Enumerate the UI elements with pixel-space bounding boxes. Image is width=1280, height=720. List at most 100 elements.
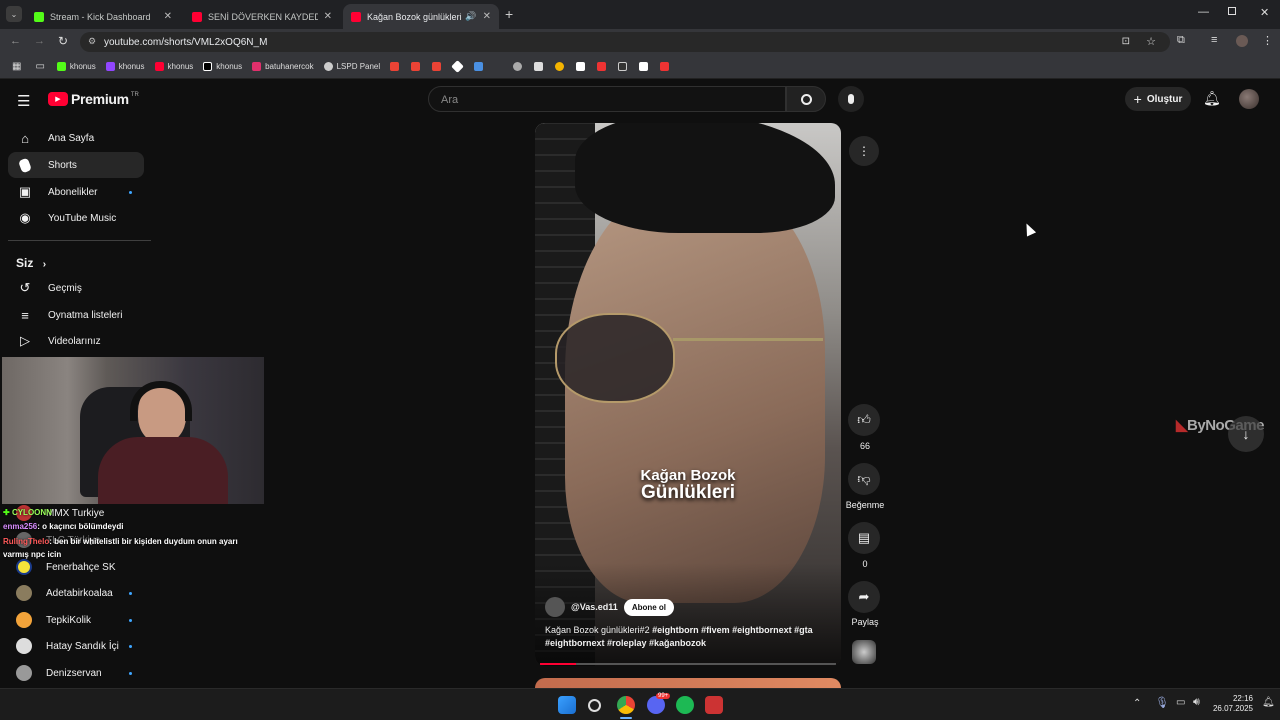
minimize-button[interactable]: — [1198,6,1209,18]
install-app-icon[interactable]: ⊡ [1122,36,1130,47]
streaming-app-icon[interactable] [705,696,723,714]
new-tab-button[interactable]: + [505,6,513,22]
search-input[interactable]: Ara [428,86,786,112]
sidebar-item-playlists[interactable]: ≡ Oynatma listeleri [8,302,144,328]
close-icon[interactable]: ✕ [324,11,332,22]
account-avatar[interactable] [1239,89,1259,109]
audio-playing-icon[interactable]: 🔊 [465,11,476,22]
hamburger-menu-icon[interactable]: ☰ [17,92,30,110]
search-button[interactable] [786,86,826,112]
browser-tab-bar: ⌄ Stream - Kick Dashboard ✕ SENİ DÖVERKE… [0,0,1280,29]
channel-handle[interactable]: @Vas.ed11 [571,602,618,612]
forward-icon[interactable]: → [34,35,45,47]
back-icon[interactable]: ← [10,35,21,47]
clock[interactable]: 22:16 26.07.2025 [1207,694,1253,715]
bookmark-item[interactable]: khonus [56,62,96,71]
sidebar-subscription-item[interactable]: Denizservan [8,660,144,686]
search-icon[interactable] [588,699,601,712]
diamond-icon[interactable] [451,60,465,73]
gmail-icon[interactable] [411,62,421,71]
sound-remix-thumbnail[interactable] [852,640,876,664]
folder-icon[interactable]: ▭ [35,61,44,72]
bookmark-item[interactable]: batuhanercok [252,62,314,71]
streamer-body [98,437,228,504]
gmail-icon[interactable] [432,62,442,71]
subscribe-button[interactable]: Abone ol [623,598,675,616]
notes-icon[interactable] [639,62,649,71]
notifications-bell-icon[interactable]: 🔔︎ [1203,90,1221,107]
shorts-video-player[interactable]: Kağan Bozok Günlükleri @Vas.ed11 Abone o… [535,123,841,666]
create-button[interactable]: + Oluştur [1125,87,1191,111]
pdf-icon[interactable] [597,62,607,71]
calendar-icon[interactable] [534,62,544,71]
logo-region: TR [130,91,139,98]
sidebar-subscription-item[interactable]: Hatay Sandık İçi [8,633,144,659]
webcam-overlay [2,357,264,504]
sidebar-item-shorts[interactable]: Shorts [8,152,144,178]
network-icon[interactable]: ▭ [1176,697,1185,708]
bookmark-item[interactable]: khonus [154,62,193,71]
share-button[interactable]: ➦ [848,581,880,613]
apps-grid-icon[interactable]: ▦ [12,61,21,72]
comments-button[interactable]: ▤ [848,522,880,554]
dislike-button[interactable]: 👎︎ [848,463,880,495]
sidebar-you-header[interactable]: Siz › [16,256,46,270]
reload-icon[interactable]: ↻ [58,34,68,48]
close-icon[interactable]: ✕ [164,11,172,22]
profile-avatar[interactable] [1236,35,1248,47]
close-window-button[interactable]: ✕ [1260,6,1269,19]
notifications-icon[interactable]: 🔔︎ [1262,697,1275,708]
voice-search-button[interactable] [838,86,864,112]
sidebar-item-subscriptions[interactable]: ▣ Abonelikler [8,179,144,205]
character-hair [575,123,835,233]
sidebar-item-history[interactable]: ↺ Geçmiş [8,275,144,301]
terminal-icon[interactable] [618,62,628,71]
chevron-up-icon[interactable]: ⌃ [1133,698,1141,709]
sunglasses-arm [673,338,823,341]
chrome-icon[interactable] [617,696,635,714]
site-info-icon[interactable]: ⚙ [88,36,96,47]
volume-icon[interactable]: 🔊︎ [1193,696,1200,709]
sidebar-subscription-item[interactable]: Adetabirkoalaa [8,580,144,606]
sidebar-subscription-item[interactable]: TepkiKolik [8,607,144,633]
sidebar-item-your-videos[interactable]: ▷ Videolarınız [8,328,144,354]
youtube-page: ☰ ▶ Premium TR Ara + Oluştur 🔔︎ ⌂ Ana Say… [0,80,1280,698]
tab-kick-dashboard[interactable]: Stream - Kick Dashboard ✕ [26,4,180,29]
video-progress-bar[interactable] [540,663,836,665]
tab-video-previous[interactable]: SENİ DÖVERKEN KAYDEDECEM ✕ [184,4,340,29]
globe-icon[interactable] [513,62,523,71]
tab-current-short[interactable]: Kağan Bozok günlükleri#2 🔊 ✕ [343,4,499,29]
gmail-icon[interactable] [390,62,400,71]
new-content-dot [129,644,132,648]
channel-avatar[interactable] [545,597,565,617]
sidebar-item-youtube-music[interactable]: ◉ YouTube Music [8,205,144,231]
shop-icon[interactable] [660,62,670,71]
media-controls-icon[interactable]: ≡ [1211,34,1217,46]
omnibox[interactable]: ⚙ youtube.com/shorts/VML2xOQ6N_M ⊡ ☆ [80,32,1170,52]
windows-start-icon[interactable] [558,696,576,714]
video-caption[interactable]: Kağan Bozok günlükleri#2 #eightborn #fiv… [545,624,835,649]
chrome-icon[interactable] [555,62,565,71]
bookmark-item[interactable]: khonus [203,62,242,71]
bookmark-item[interactable]: khonus [105,62,145,71]
more-options-button[interactable]: ⋮ [849,136,879,166]
puzzle-extensions-icon[interactable]: ⧉ [1177,34,1185,47]
close-icon[interactable]: ✕ [483,11,491,22]
spotify-icon[interactable] [676,696,694,714]
tab-search-button[interactable]: ⌄ [6,6,22,22]
maximize-button[interactable] [1228,7,1236,15]
channel-row: @Vas.ed11 Abone ol [545,597,675,617]
like-button[interactable]: 👍︎ [848,404,880,436]
chrome-menu-icon[interactable]: ⋮ [1262,34,1273,47]
microphone-icon[interactable]: 🎙︎ [1155,696,1169,709]
sidebar-item-home[interactable]: ⌂ Ana Sayfa [8,125,144,151]
bookmark-item[interactable]: LSPD Panel [323,62,380,71]
shield-icon[interactable] [474,62,484,71]
bookmark-label: khonus [216,62,243,71]
sidebar-divider [8,240,151,241]
chat-text: : o kaçıncı bölümdeydi [37,522,124,531]
drive-icon[interactable] [576,62,586,71]
youtube-premium-logo[interactable]: ▶ Premium TR [48,91,139,107]
next-video-button[interactable]: ↓ [1228,416,1264,452]
bookmark-star-icon[interactable]: ☆ [1146,35,1156,48]
